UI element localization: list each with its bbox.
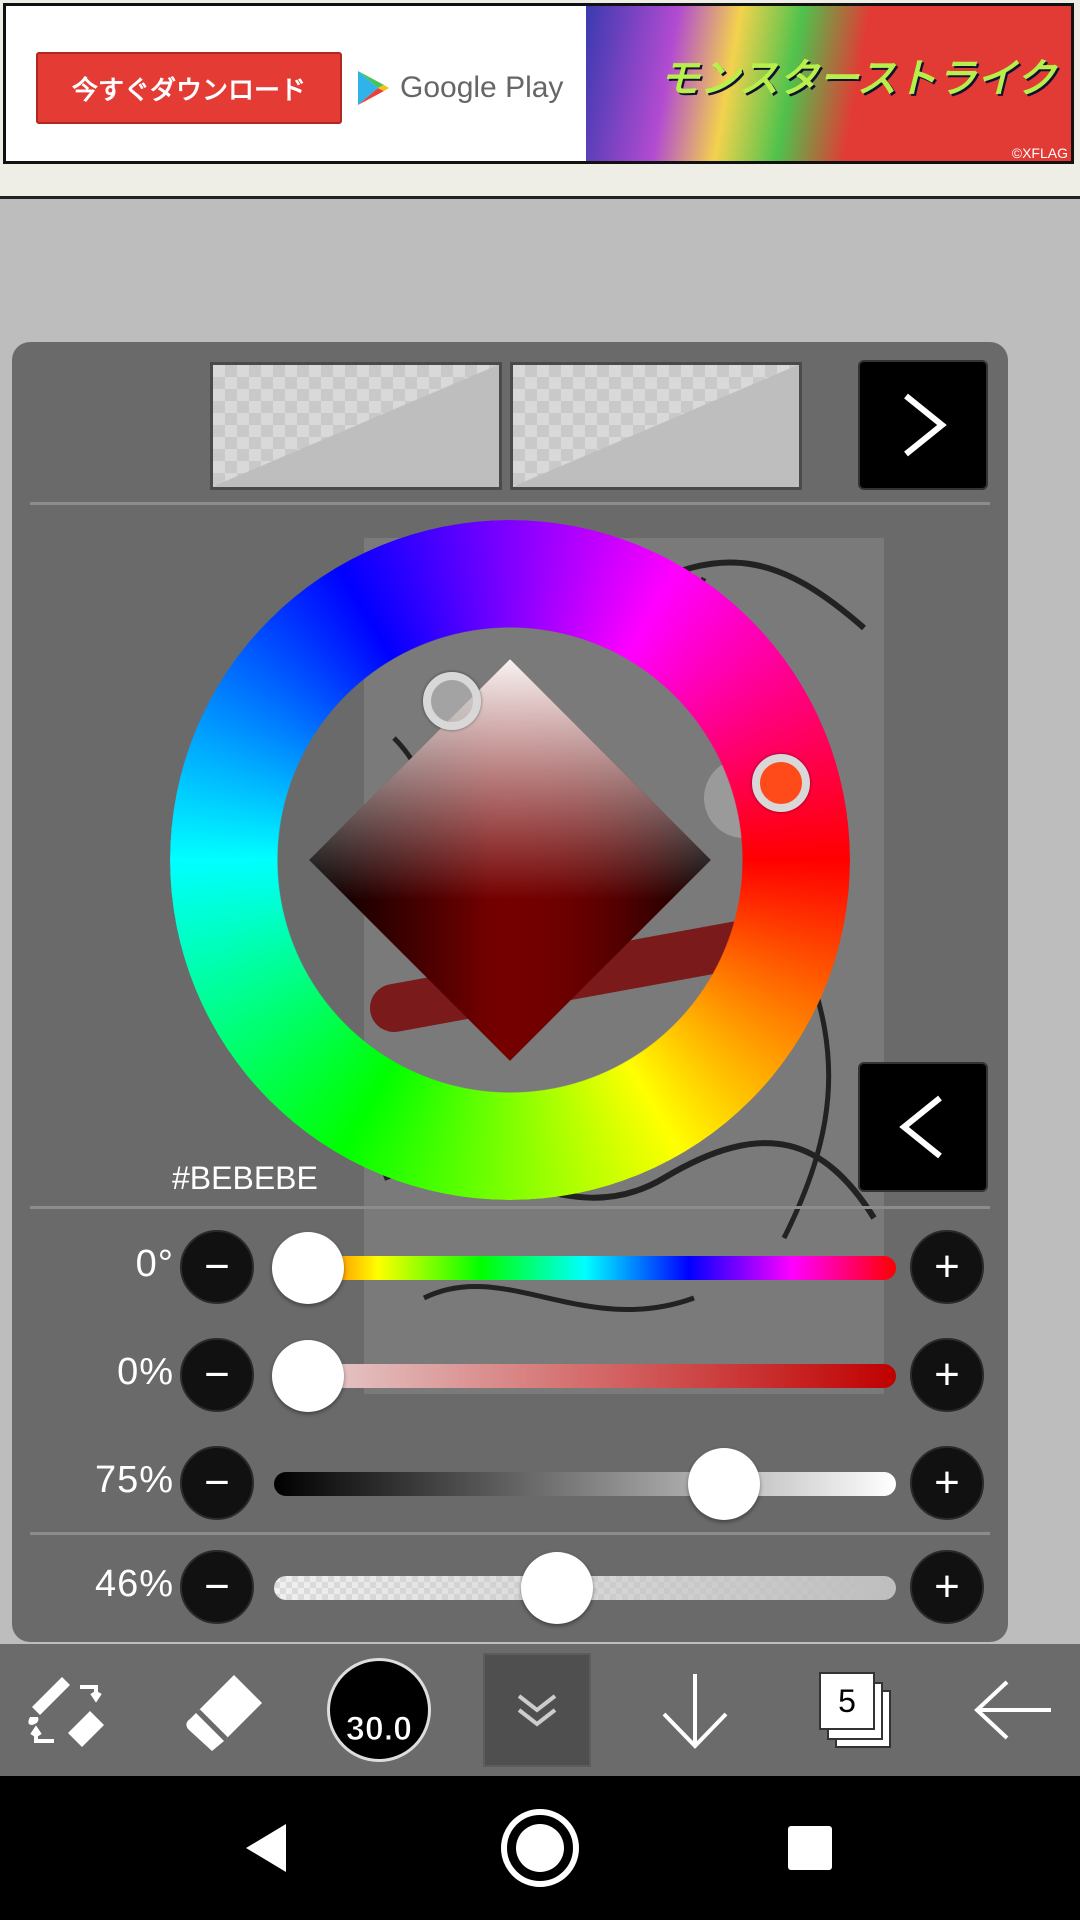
system-navigation-bar xyxy=(0,1776,1080,1920)
hue-increase-button[interactable]: + xyxy=(910,1230,984,1304)
next-panel-button[interactable] xyxy=(858,360,988,490)
chevron-double-down-icon xyxy=(517,1694,557,1727)
saturation-brightness-selector[interactable] xyxy=(308,658,712,1062)
brightness-slider-knob[interactable] xyxy=(688,1448,760,1520)
opacity-value-label: 46% xyxy=(94,1563,174,1605)
ad-download-button[interactable]: 今すぐダウンロード xyxy=(36,52,342,124)
layers-button[interactable]: 5 xyxy=(800,1644,910,1776)
saturation-value-label: 0% xyxy=(117,1351,174,1393)
brightness-value-label: 75% xyxy=(94,1459,174,1501)
divider xyxy=(30,502,990,505)
eraser-icon xyxy=(186,1675,262,1751)
hue-slider-track[interactable] xyxy=(274,1256,896,1280)
hue-value-label: 0° xyxy=(135,1243,174,1285)
opacity-increase-button[interactable]: + xyxy=(910,1550,984,1624)
home-icon[interactable] xyxy=(498,1806,582,1890)
chevron-right-icon xyxy=(904,393,947,457)
opacity-slider-knob[interactable] xyxy=(521,1552,593,1624)
hue-slider-knob[interactable] xyxy=(272,1232,344,1304)
minus-icon: − xyxy=(204,1562,230,1611)
saturation-slider-knob[interactable] xyxy=(272,1340,344,1412)
color-picker-panel: #BEBEBE 0° − + 0% − + 75% − + 46% − + xyxy=(12,342,1008,1642)
plus-icon: + xyxy=(934,1350,960,1399)
opacity-slider-row: 46% − + xyxy=(12,1546,1008,1626)
brightness-slider-row: 75% − + xyxy=(12,1442,1008,1522)
expand-menu-box xyxy=(483,1653,591,1767)
minus-icon: − xyxy=(204,1242,230,1291)
arrow-down-icon xyxy=(662,1674,728,1749)
current-color-swatch[interactable] xyxy=(210,362,502,490)
minus-icon: − xyxy=(204,1458,230,1507)
opacity-decrease-button[interactable]: − xyxy=(180,1550,254,1624)
brightness-decrease-button[interactable]: − xyxy=(180,1446,254,1520)
sv-picker-handle[interactable] xyxy=(423,672,481,730)
saturation-decrease-button[interactable]: − xyxy=(180,1338,254,1412)
ad-banner[interactable]: 今すぐダウンロード Google Play モンスターストライク ©XFLAG xyxy=(0,0,1080,199)
expand-menu-button[interactable] xyxy=(482,1644,592,1776)
tool-switch-icon xyxy=(28,1677,104,1747)
plus-icon: + xyxy=(934,1242,960,1291)
saturation-slider-row: 0% − + xyxy=(12,1334,1008,1414)
arrow-left-icon xyxy=(974,1680,1051,1740)
bottom-toolbar: 30.0 5 xyxy=(0,1644,1080,1776)
back-button[interactable] xyxy=(958,1644,1068,1776)
hue-slider-row: 0° − + xyxy=(12,1226,1008,1306)
chevron-left-icon xyxy=(899,1095,942,1159)
saturation-increase-button[interactable]: + xyxy=(910,1338,984,1412)
back-icon[interactable] xyxy=(240,1820,296,1876)
previous-color-swatch[interactable] xyxy=(510,362,802,490)
minus-icon: − xyxy=(204,1350,230,1399)
hue-picker-handle[interactable] xyxy=(752,754,810,812)
tool-switch-button[interactable] xyxy=(12,1644,122,1776)
game-logo: モンスターストライク xyxy=(659,57,1056,101)
ad-copyright: ©XFLAG xyxy=(1011,145,1068,161)
ad-content[interactable]: 今すぐダウンロード Google Play モンスターストライク ©XFLAG xyxy=(3,3,1074,164)
sv-diamond[interactable] xyxy=(309,659,711,1061)
layer-count: 5 xyxy=(819,1672,875,1730)
recents-icon[interactable] xyxy=(786,1824,834,1872)
previous-panel-button[interactable] xyxy=(858,1062,988,1192)
divider xyxy=(30,1206,990,1209)
eraser-button[interactable] xyxy=(170,1644,280,1776)
plus-icon: + xyxy=(934,1458,960,1507)
brush-size-button[interactable]: 30.0 xyxy=(324,1644,434,1776)
saturation-slider-track[interactable] xyxy=(274,1364,896,1388)
scroll-down-button[interactable] xyxy=(640,1644,750,1776)
hex-color-value[interactable]: #BEBEBE xyxy=(172,1160,318,1197)
divider xyxy=(30,1532,990,1535)
plus-icon: + xyxy=(934,1562,960,1611)
ad-artwork: モンスターストライク ©XFLAG xyxy=(586,6,1071,161)
hue-decrease-button[interactable]: − xyxy=(180,1230,254,1304)
brightness-slider-track[interactable] xyxy=(274,1472,896,1496)
google-play-label: Google Play xyxy=(400,71,564,104)
brush-size-value: 30.0 xyxy=(345,1710,413,1749)
brightness-increase-button[interactable]: + xyxy=(910,1446,984,1520)
layers-icon: 5 xyxy=(815,1668,895,1752)
google-play-badge[interactable]: Google Play xyxy=(356,52,576,124)
brush-size-indicator: 30.0 xyxy=(327,1658,431,1762)
google-play-icon xyxy=(358,71,389,105)
